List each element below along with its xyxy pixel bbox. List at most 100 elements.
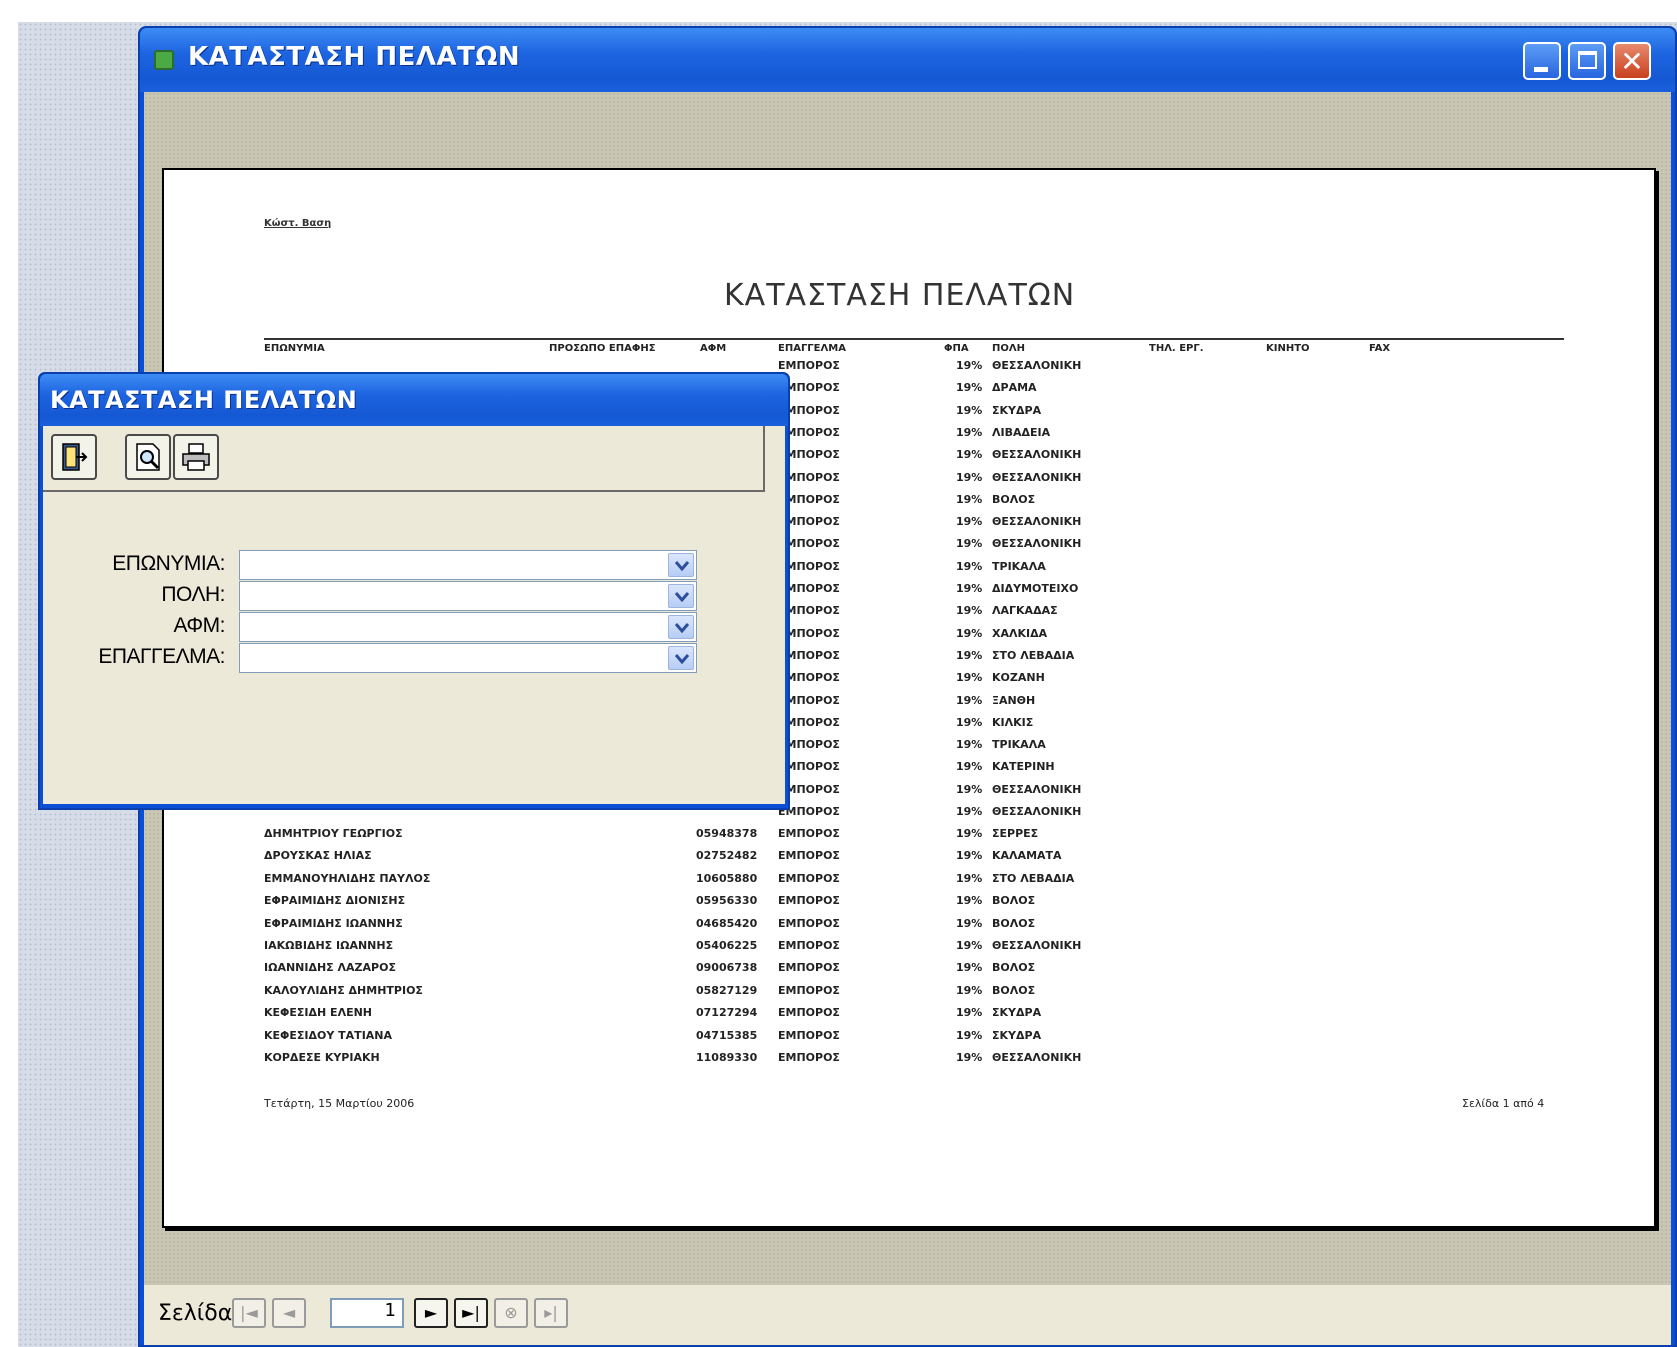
prev-page-button[interactable]: ◄: [272, 1298, 306, 1328]
close-button[interactable]: ✕: [1613, 42, 1651, 80]
cell-afm: 07127294: [696, 1006, 758, 1020]
cell-epaggelma: ΕΜΠΟΡΟΣ: [778, 983, 840, 997]
exit-icon: [62, 443, 88, 471]
dialog-titlebar[interactable]: ΚΑΤΑΣΤΑΣΗ ΠΕΛΑΤΩΝ: [40, 374, 788, 426]
epaggelma-combo[interactable]: [239, 643, 697, 673]
cell-poli: ΣΚΥΔΡΑ: [992, 403, 1042, 417]
cell-poli: ΒΟΛΟΣ: [992, 916, 1036, 930]
cell-poli: ΣΚΥΔΡΑ: [992, 1028, 1042, 1042]
eponymia-label: ΕΠΩΝΥΜΙΑ:: [112, 552, 225, 575]
cell-poli: ΘΕΣΣΑΛΟΝΙΚΗ: [992, 470, 1082, 484]
cell-afm: 05827129: [696, 983, 758, 997]
cell-poli: ΔΙΔΥΜΟΤΕΙΧΟ: [992, 582, 1079, 595]
cell-fpa: 19%: [956, 1051, 983, 1064]
dialog-body: ΕΠΩΝΥΜΙΑ: ΠΟΛΗ: ΑΦΜ: ΕΠΑΓΓΕΛΜΑ:: [43, 426, 785, 804]
cell-fpa: 19%: [956, 604, 983, 618]
page-label: Σελίδα:: [158, 1301, 240, 1326]
chevron-down-icon: [674, 592, 690, 603]
cell-poli: ΚΑΤΕΡΙΝΗ: [992, 760, 1055, 774]
cell-fpa: 19%: [956, 470, 983, 484]
cell-fpa: 19%: [956, 894, 983, 908]
chevron-down-icon: [674, 561, 690, 572]
print-icon: [182, 443, 210, 471]
close-preview-button[interactable]: ⊗: [494, 1298, 528, 1328]
col-header-fax: FAX: [1369, 343, 1391, 354]
cell-eponymia: ΚΟΡΔΕΣΕ ΚΥΡΙΑΚΗ: [264, 1051, 380, 1064]
print-toolbar-button[interactable]: [173, 434, 219, 480]
cell-poli: ΧΑΛΚΙΔΑ: [992, 626, 1048, 640]
col-header-til-erg: ΤΗΛ. ΕΡΓ.: [1149, 343, 1204, 354]
table-row: ΕΦΡΑΙΜΙΔΗΣ ΙΩΑΝΝΗΣ 04685420 ΕΜΠΟΡΟΣ 19% ΒΟΛΟ…: [164, 913, 1654, 935]
afm-combo[interactable]: [239, 612, 697, 642]
cell-fpa: 19%: [956, 492, 983, 506]
cell-poli: ΘΕΣΣΑΛΟΝΙΚΗ: [992, 805, 1082, 818]
cell-eponymia: ΔΡΟΥΣΚΑΣ ΗΛΙΑΣ: [264, 849, 372, 863]
cell-poli: ΞΑΝΘΗ: [992, 693, 1036, 707]
cell-fpa: 19%: [956, 715, 983, 729]
poli-label: ΠΟΛΗ:: [161, 583, 225, 606]
col-header-poli: ΠΟΛΗ: [992, 343, 1025, 354]
table-row: ΚΕΦΕΣΙΔΗ ΕΛΕΝΗ 07127294 ΕΜΠΟΡΟΣ 19% ΣΚΥΔΡΑ: [164, 1002, 1654, 1024]
page-number-input[interactable]: 1: [330, 1298, 404, 1328]
record-navigation-bar: Σελίδα: |◄ ◄ 1 ► ►| ⊗ ▸|: [144, 1285, 1671, 1345]
cell-fpa: 19%: [956, 916, 983, 930]
cell-poli: ΘΕΣΣΑΛΟΝΙΚΗ: [992, 1051, 1082, 1064]
epaggelma-label: ΕΠΑΓΓΕΛΜΑ:: [98, 645, 225, 668]
cell-fpa: 19%: [956, 961, 983, 975]
next-page-button[interactable]: ►: [414, 1298, 448, 1328]
report-window-titlebar[interactable]: ΚΑΤΑΣΤΑΣΗ ΠΕΛΑΤΩΝ ✕: [140, 28, 1675, 92]
eponymia-combo[interactable]: [239, 550, 697, 580]
print-preview-button[interactable]: ▸|: [534, 1298, 568, 1328]
cell-eponymia: ΙΑΚΩΒΙΔΗΣ ΙΩΑΝΝΗΣ: [264, 939, 394, 952]
close-icon: ✕: [1620, 45, 1644, 78]
col-header-prosopo: ΠΡΟΣΩΠΟ ΕΠΑΦΗΣ: [549, 343, 656, 354]
minimize-button[interactable]: [1523, 42, 1561, 80]
cell-afm: 09006738: [696, 961, 758, 975]
maximize-button[interactable]: [1568, 42, 1606, 80]
print-preview-icon: [136, 443, 160, 471]
cell-poli: ΣΕΡΡΕΣ: [992, 827, 1039, 840]
cell-poli: ΚΙΛΚΙΣ: [992, 715, 1034, 729]
cell-fpa: 19%: [956, 693, 983, 707]
col-header-kinito: ΚΙΝΗΤΟ: [1266, 343, 1310, 354]
cell-poli: ΛΙΒΑΔΕΙΑ: [992, 425, 1051, 439]
table-row: ΚΑΛΟΥΛΙΔΗΣ ΔΗΜΗΤΡΙΟΣ 05827129 ΕΜΠΟΡΟΣ 19% ΒΟ…: [164, 980, 1654, 1002]
report-footer-date: Τετάρτη, 15 Μαρτίου 2006: [264, 1097, 415, 1110]
cell-fpa: 19%: [956, 805, 983, 818]
col-header-eponymia: ΕΠΩΝΥΜΙΑ: [264, 343, 325, 354]
poli-combo[interactable]: [239, 581, 697, 611]
cell-fpa: 19%: [956, 403, 983, 417]
table-row: ΙΩΑΝΝΙΔΗΣ ΛΑΖΑΡΟΣ 09006738 ΕΜΠΟΡΟΣ 19% ΒΟΛΟΣ: [164, 957, 1654, 979]
cell-fpa: 19%: [956, 671, 983, 685]
cell-afm: 11089330: [696, 1051, 758, 1064]
dialog-toolbar: [43, 426, 765, 492]
eponymia-dropdown-arrow[interactable]: [668, 553, 694, 577]
exit-button[interactable]: [51, 434, 97, 480]
first-page-button[interactable]: |◄: [232, 1298, 266, 1328]
print-preview-toolbar-button[interactable]: [125, 434, 171, 480]
table-row: ΕΦΡΑΙΜΙΔΗΣ ΔΙΟΝΙΣΗΣ 05956330 ΕΜΠΟΡΟΣ 19% ΒΟΛ…: [164, 890, 1654, 912]
cell-epaggelma: ΕΜΠΟΡΟΣ: [778, 827, 840, 840]
cell-poli: ΛΑΓΚΑΔΑΣ: [992, 604, 1058, 618]
epaggelma-dropdown-arrow[interactable]: [668, 646, 694, 670]
report-window-title: ΚΑΤΑΣΤΑΣΗ ΠΕΛΑΤΩΝ: [188, 42, 521, 72]
cell-poli: ΒΟΛΟΣ: [992, 894, 1036, 908]
cell-poli: ΤΡΙΚΑΛΑ: [992, 559, 1046, 573]
cell-afm: 10605880: [696, 871, 758, 885]
cell-afm: 04685420: [696, 916, 758, 930]
cell-fpa: 19%: [956, 849, 983, 863]
afm-dropdown-arrow[interactable]: [668, 615, 694, 639]
cell-fpa: 19%: [956, 425, 983, 439]
cell-poli: ΚΑΛΑΜΑΤΑ: [992, 849, 1062, 863]
table-row: ΙΑΚΩΒΙΔΗΣ ΙΩΑΝΝΗΣ 05406225 ΕΜΠΟΡΟΣ 19% ΘΕΣΣΑ…: [164, 935, 1654, 957]
report-footer-page: Σελίδα 1 από 4: [1462, 1097, 1545, 1110]
table-row: ΚΕΦΕΣΙΔΟΥ ΤΑΤΙΑΝΑ 04715385 ΕΜΠΟΡΟΣ 19% ΣΚΥΔΡ…: [164, 1025, 1654, 1047]
chevron-down-icon: [674, 623, 690, 634]
cell-fpa: 19%: [956, 359, 983, 372]
report-title: ΚΑΤΑΣΤΑΣΗ ΠΕΛΑΤΩΝ: [724, 278, 1076, 313]
last-page-button[interactable]: ►|: [454, 1298, 488, 1328]
cell-fpa: 19%: [956, 515, 983, 529]
cell-fpa: 19%: [956, 448, 983, 462]
poli-dropdown-arrow[interactable]: [668, 584, 694, 608]
cell-fpa: 19%: [956, 1028, 983, 1042]
